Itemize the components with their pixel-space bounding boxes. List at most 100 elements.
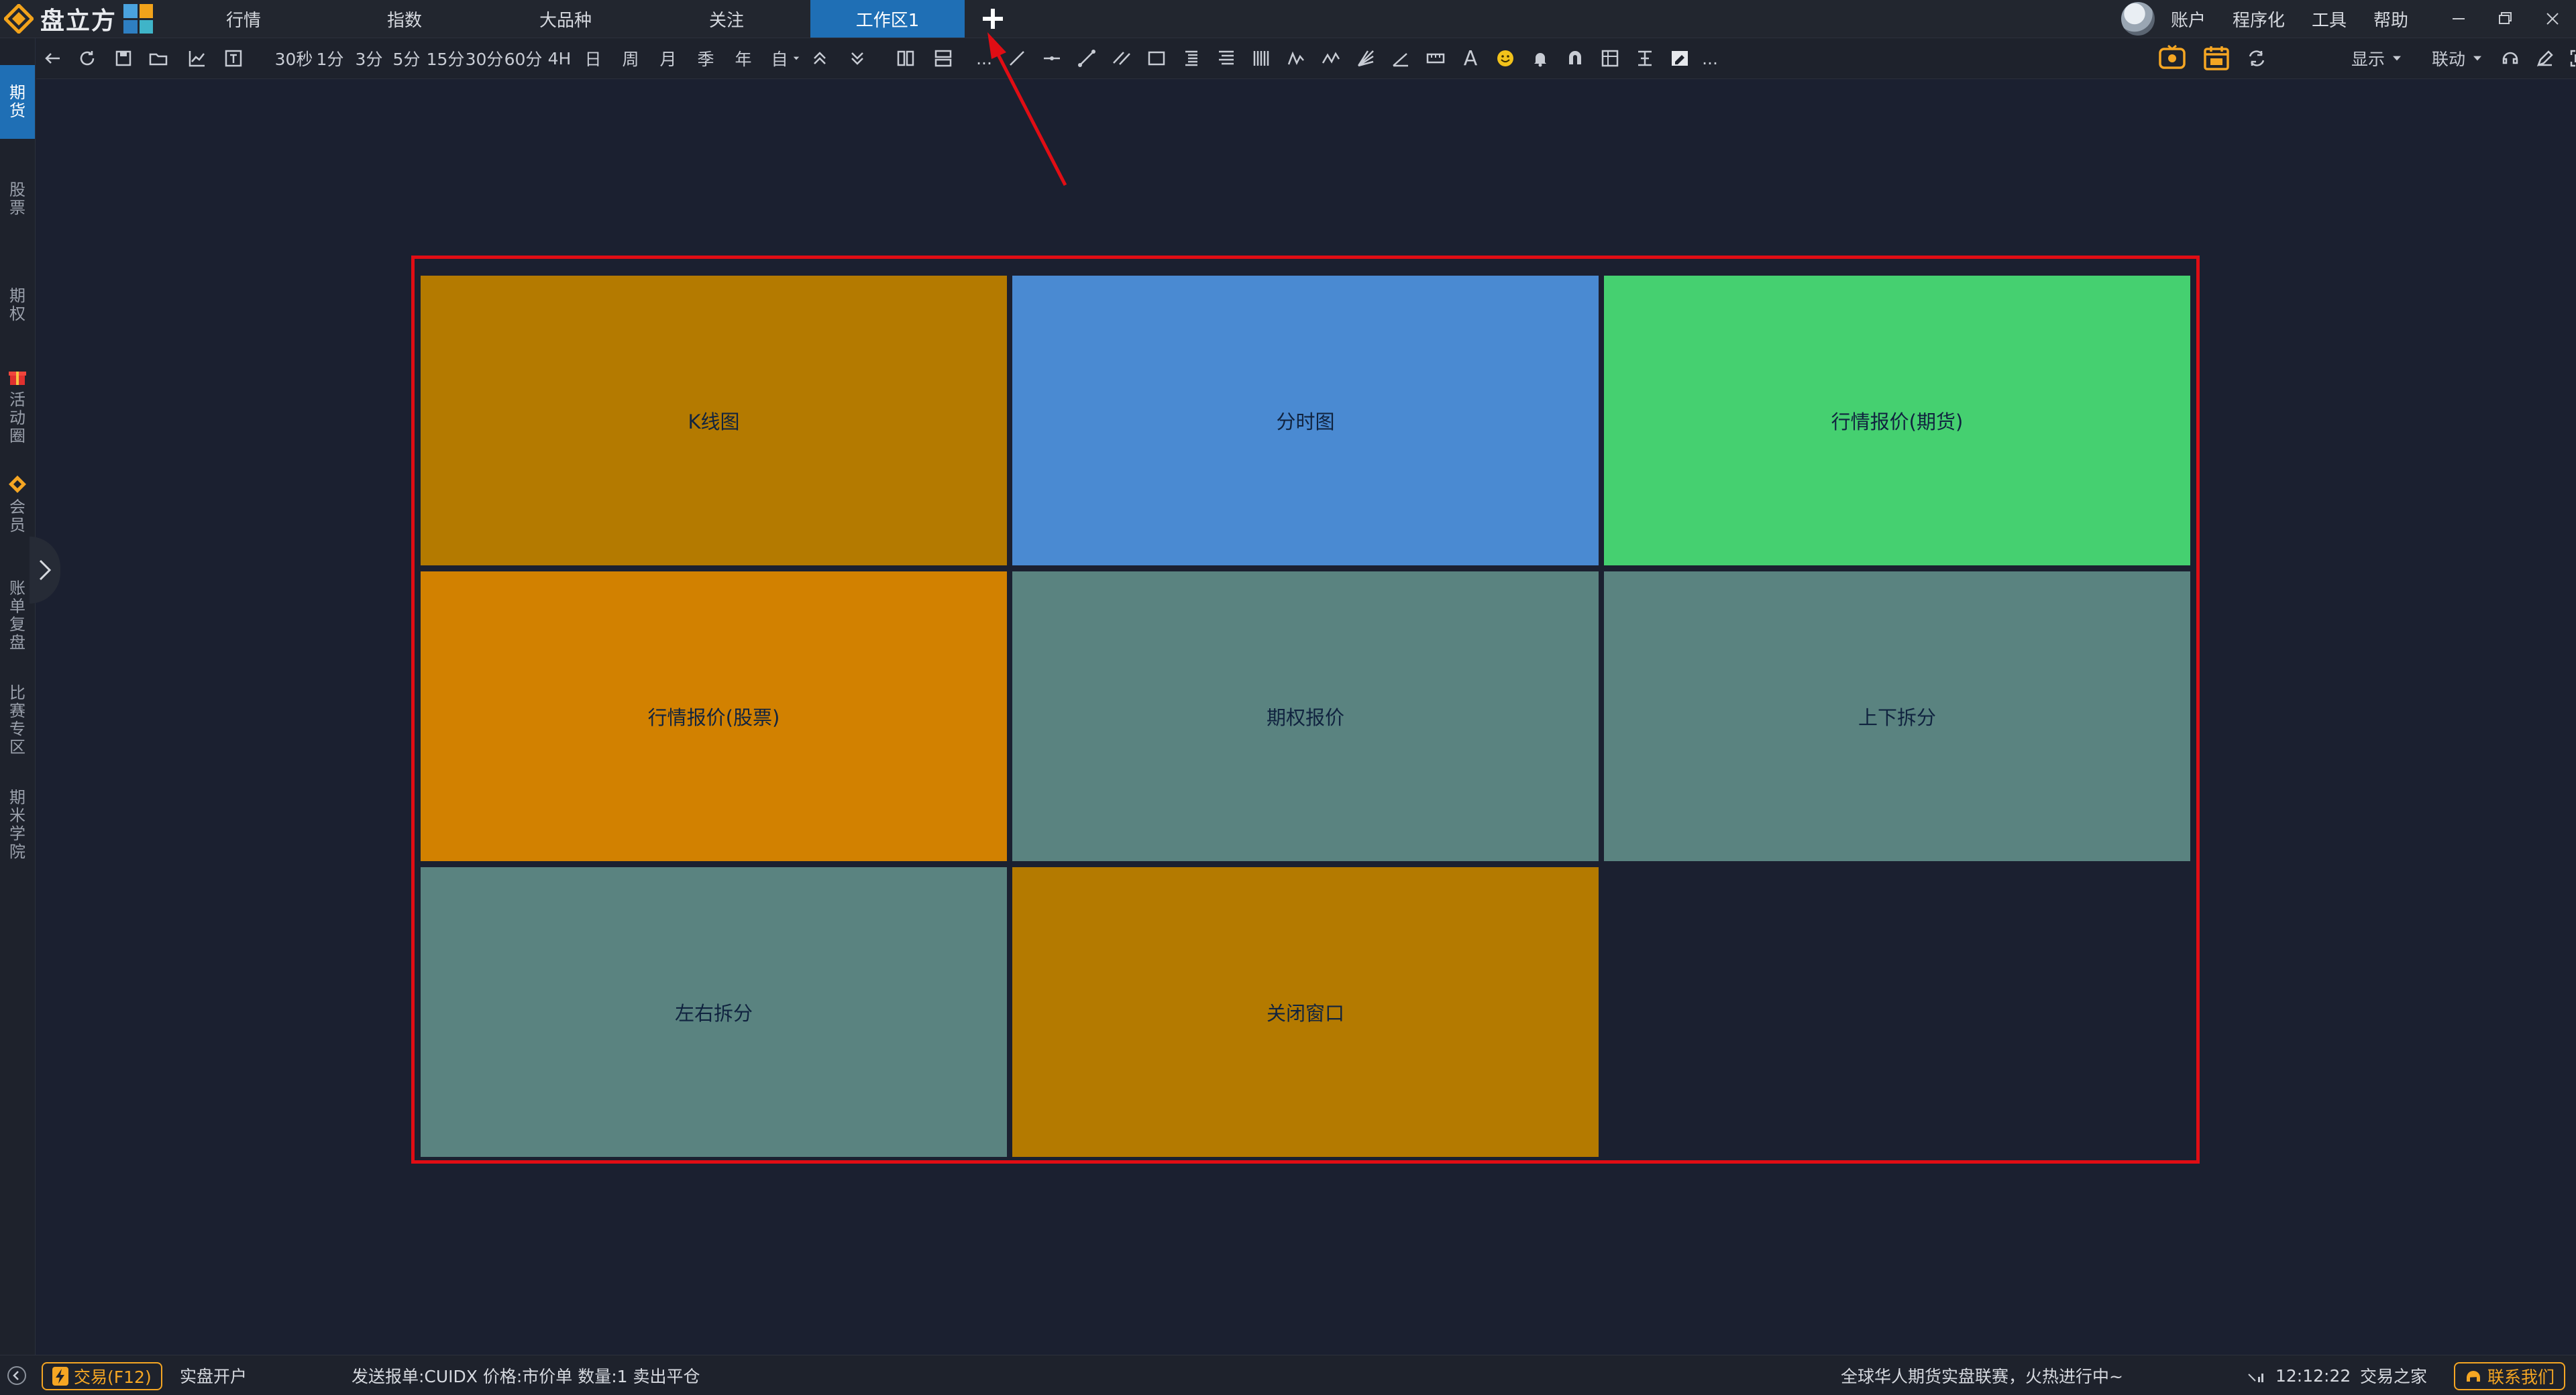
zigzag-button[interactable] xyxy=(1319,45,1343,72)
back-button[interactable] xyxy=(40,45,64,72)
period-1m[interactable]: 1分 xyxy=(315,45,345,72)
tab-watchlist[interactable]: 关注 xyxy=(649,0,804,38)
contact-us-button[interactable]: 联系我们 xyxy=(2454,1362,2566,1390)
refresh-button[interactable] xyxy=(75,45,99,72)
trade-button[interactable]: 交易(F12) xyxy=(42,1362,162,1390)
more-tools-button[interactable]: ... xyxy=(1700,45,1720,72)
gift-icon xyxy=(9,372,26,385)
edit-button[interactable] xyxy=(2532,45,2559,72)
price-range-button[interactable] xyxy=(1179,45,1203,72)
eraser-button[interactable] xyxy=(1668,45,1692,72)
annotation-arrow-icon xyxy=(987,32,1067,186)
template-button[interactable] xyxy=(221,45,246,72)
fullscreen-icon xyxy=(2570,50,2576,67)
live-button[interactable] xyxy=(2156,44,2188,72)
period-month[interactable]: 月 xyxy=(656,45,680,72)
link-dropdown[interactable]: 联动 xyxy=(2424,45,2491,72)
tab-index[interactable]: 指数 xyxy=(327,0,482,38)
layout-cell-stock-quotes[interactable]: 行情报价(股票) xyxy=(421,571,1007,861)
sidebar-item-label: 活动圈 xyxy=(9,390,25,445)
layout-cell-close-window[interactable]: 关闭窗口 xyxy=(1012,867,1599,1157)
period-quarter[interactable]: 季 xyxy=(694,45,718,72)
period-custom-dropdown[interactable] xyxy=(790,45,802,72)
menu-account[interactable]: 账户 xyxy=(2171,7,2206,32)
headset-icon xyxy=(2467,1371,2480,1382)
display-dropdown[interactable]: 显示 xyxy=(2344,45,2411,72)
expand-down-button[interactable] xyxy=(845,45,869,72)
rectangle-button[interactable] xyxy=(1144,45,1169,72)
close-button[interactable] xyxy=(2529,0,2576,38)
period-15m[interactable]: 15分 xyxy=(427,45,465,72)
top-right-menu: 账户 程序化 工具 帮助 xyxy=(2121,0,2576,38)
layout-cell-timeshare[interactable]: 分时图 xyxy=(1012,276,1599,565)
sidebar-item-competition[interactable]: 比赛专区 xyxy=(0,677,35,764)
sidebar-item-options[interactable]: 期权 xyxy=(0,278,35,332)
wave-button[interactable] xyxy=(1284,45,1308,72)
period-3m[interactable]: 3分 xyxy=(354,45,384,72)
trading-home-link[interactable]: 交易之家 xyxy=(2360,1362,2427,1389)
trade-label: 交易(F12) xyxy=(74,1368,152,1387)
layout-cell-option-quotes[interactable]: 期权报价 xyxy=(1012,571,1599,861)
chat-button[interactable] xyxy=(2497,45,2524,72)
menu-help[interactable]: 帮助 xyxy=(2373,7,2408,32)
sidebar-item-futures[interactable]: 期货 xyxy=(0,65,35,139)
layout-selection-frame: K线图 分时图 行情报价(期货) 行情报价(股票) 期权报价 上下拆分 左右拆分… xyxy=(411,256,2200,1164)
collapse-up-button[interactable] xyxy=(808,45,832,72)
period-day[interactable]: 日 xyxy=(581,45,605,72)
tab-workspace-1[interactable]: 工作区1 xyxy=(810,0,965,38)
fullscreen-button[interactable] xyxy=(2565,45,2576,72)
tab-market[interactable]: 行情 xyxy=(166,0,321,38)
layout-cell-futures-quotes[interactable]: 行情报价(期货) xyxy=(1604,276,2190,565)
sidebar-item-activity[interactable]: 活动圈 xyxy=(0,367,35,454)
status-bar: 交易(F12) 实盘开户 发送报单:CUIDX 价格:市价单 数量:1 卖出平仓… xyxy=(0,1355,2576,1395)
layout-cell-split-horizontal[interactable]: 左右拆分 xyxy=(421,867,1007,1157)
lock-drawings-button[interactable] xyxy=(1598,45,1622,72)
period-5m[interactable]: 5分 xyxy=(392,45,421,72)
period-week[interactable]: 周 xyxy=(619,45,643,72)
app-logo: 盘立方 xyxy=(4,4,154,35)
restore-button[interactable] xyxy=(2482,0,2529,38)
sidebar-item-label: 期货 xyxy=(9,83,25,120)
indicator-button[interactable] xyxy=(185,45,209,72)
promo-ticker[interactable]: 全球华人期货实盘联赛，火热进行中~ xyxy=(1841,1362,2123,1389)
text-tool-button[interactable]: A xyxy=(1458,45,1483,72)
close-icon xyxy=(2546,13,2559,25)
open-account-link[interactable]: 实盘开户 xyxy=(180,1362,247,1389)
gann-fan-button[interactable] xyxy=(1354,45,1378,72)
logo-diamond-icon xyxy=(4,4,34,34)
avatar[interactable] xyxy=(2121,2,2155,36)
period-custom[interactable]: 自 xyxy=(767,45,792,72)
calendar-button[interactable] xyxy=(2200,45,2233,72)
angle-button[interactable] xyxy=(1389,45,1413,72)
layout-cell-kline[interactable]: K线图 xyxy=(421,276,1007,565)
sidebar-expand-button[interactable] xyxy=(30,537,60,604)
period-4h[interactable]: 4H xyxy=(545,45,574,72)
parallel-line-button[interactable] xyxy=(1110,45,1134,72)
magnet-button[interactable] xyxy=(1563,45,1587,72)
period-year[interactable]: 年 xyxy=(731,45,755,72)
collapse-status-button[interactable] xyxy=(5,1362,28,1389)
minimize-button[interactable] xyxy=(2435,0,2482,38)
sync-button[interactable] xyxy=(2243,45,2270,72)
period-60m[interactable]: 60分 xyxy=(504,45,543,72)
save-button[interactable] xyxy=(111,45,136,72)
layout-cell-split-vertical[interactable]: 上下拆分 xyxy=(1604,571,2190,861)
open-button[interactable] xyxy=(146,45,170,72)
ruler-button[interactable] xyxy=(1424,45,1448,72)
menu-programmatic[interactable]: 程序化 xyxy=(2233,7,2285,32)
emoji-button[interactable] xyxy=(1493,45,1517,72)
tab-major-commodities[interactable]: 大品种 xyxy=(488,0,643,38)
split-horizontal-button[interactable] xyxy=(931,45,955,72)
split-vertical-button[interactable] xyxy=(894,45,918,72)
alert-button[interactable] xyxy=(1528,45,1552,72)
caret-down-icon xyxy=(2473,56,2481,61)
measure-button[interactable] xyxy=(1633,45,1657,72)
period-30m[interactable]: 30分 xyxy=(466,45,504,72)
menu-tools[interactable]: 工具 xyxy=(2312,7,2347,32)
sidebar-item-stocks[interactable]: 股票 xyxy=(0,172,35,226)
fib-button[interactable] xyxy=(1214,45,1238,72)
time-cycle-button[interactable] xyxy=(1249,45,1273,72)
sidebar-item-academy[interactable]: 期米学院 xyxy=(0,781,35,869)
minimize-icon xyxy=(2453,18,2465,19)
period-30s[interactable]: 30秒 xyxy=(275,45,313,72)
